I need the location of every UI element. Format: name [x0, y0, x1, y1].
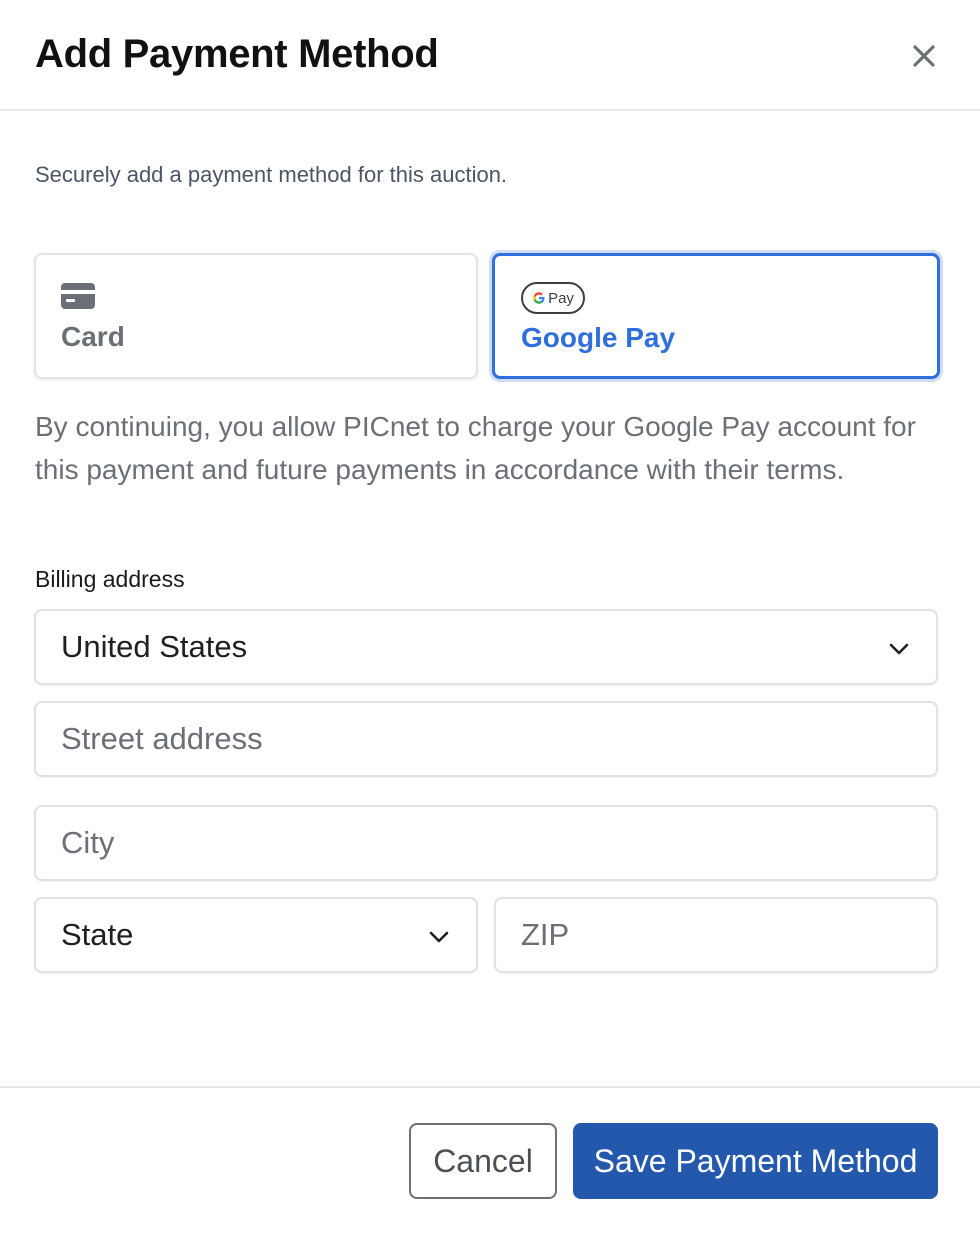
close-button[interactable] — [900, 36, 948, 76]
country-value: United States — [61, 629, 248, 664]
modal-subtitle: Securely add a payment method for this a… — [35, 162, 508, 187]
payment-method-label: Card — [61, 321, 125, 352]
billing-address-label: Billing address — [35, 566, 185, 592]
modal-title: Add Payment Method — [35, 32, 439, 76]
modal-header: Add Payment Method — [0, 0, 980, 111]
state-select[interactable]: State — [34, 897, 478, 973]
google-pay-badge-text: Pay — [548, 289, 574, 307]
cancel-button[interactable]: Cancel — [409, 1123, 557, 1199]
state-value: State — [61, 917, 134, 952]
payment-method-card[interactable]: Card — [34, 253, 478, 379]
save-payment-method-button[interactable]: Save Payment Method — [573, 1123, 938, 1199]
close-icon — [913, 45, 935, 67]
chevron-down-icon — [889, 643, 909, 655]
payment-method-label: Google Pay — [521, 322, 676, 353]
zip-placeholder: ZIP — [521, 917, 570, 952]
city-placeholder: City — [61, 825, 115, 860]
chevron-down-icon — [429, 931, 449, 943]
zip-field[interactable]: ZIP — [494, 897, 938, 973]
google-pay-icon: Pay — [521, 282, 585, 314]
payment-method-google-pay[interactable]: Pay Google Pay — [492, 253, 940, 379]
consent-text: By continuing, you allow PICnet to charg… — [35, 411, 916, 485]
country-select[interactable]: United States — [34, 609, 938, 685]
street-address-field[interactable]: Street address — [34, 701, 938, 777]
credit-card-icon — [61, 283, 95, 314]
street-address-placeholder: Street address — [61, 721, 263, 756]
city-field[interactable]: City — [34, 805, 938, 881]
modal-footer: Cancel Save Payment Method — [0, 1086, 980, 1250]
